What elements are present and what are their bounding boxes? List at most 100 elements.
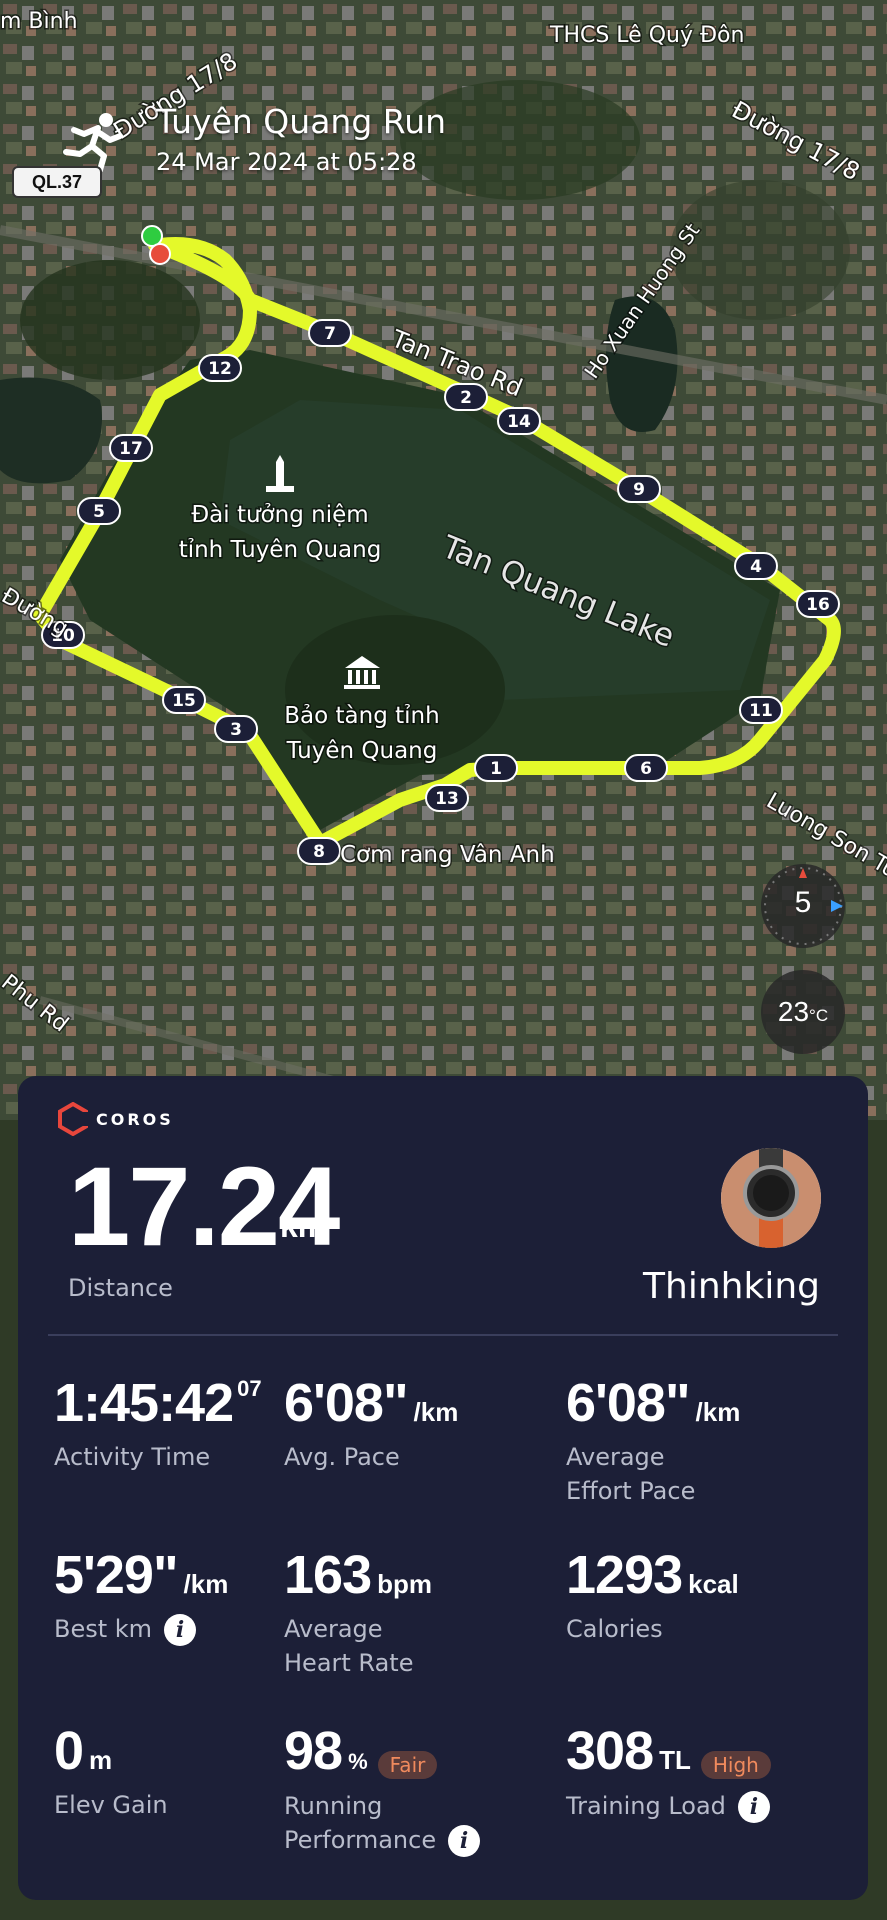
compass-value: 5 <box>794 886 812 919</box>
km-marker-7[interactable]: 7 <box>308 319 352 347</box>
svg-text:13: 13 <box>435 789 459 809</box>
svg-text:3: 3 <box>230 720 242 740</box>
training-load-label-row: Training Load i <box>566 1789 846 1823</box>
info-icon[interactable]: i <box>737 1790 770 1823</box>
info-icon[interactable]: i <box>164 1614 197 1646</box>
svg-text:4: 4 <box>750 557 762 577</box>
svg-text:5: 5 <box>93 502 105 522</box>
km-marker-6[interactable]: 6 <box>624 754 668 782</box>
running-performance-value: 98 <box>284 1721 343 1781</box>
best-km-unit: /km <box>183 1569 229 1599</box>
end-dot <box>149 243 171 265</box>
calories-label: Calories <box>566 1615 663 1643</box>
svg-text:7: 7 <box>324 324 336 344</box>
km-marker-4[interactable]: 4 <box>734 552 778 580</box>
metric-calories: 1293 kcal Calories <box>566 1548 806 1646</box>
activity-summary-card: COROS 17.24 km Distance Thinhking 1:45:4… <box>18 1076 868 1900</box>
svg-text:9: 9 <box>633 480 645 500</box>
metric-activity-time: 1:45:42 07 Activity Time <box>54 1376 294 1474</box>
effort-pace-label: Average Effort Pace <box>566 1440 806 1508</box>
km-marker-8[interactable]: 8 <box>297 837 341 865</box>
distance-unit: km <box>280 1208 327 1244</box>
km-marker-5[interactable]: 5 <box>77 497 121 525</box>
training-load-label: Training Load <box>566 1791 726 1820</box>
running-performance-badge: Fair <box>377 1750 438 1779</box>
running-person-icon <box>63 113 123 172</box>
elev-gain-value: 0 <box>54 1721 84 1781</box>
start-dot <box>141 225 163 247</box>
metric-heart-rate: 163 bpm Average Heart Rate <box>284 1548 524 1680</box>
road-badge: QL.37 <box>12 166 102 198</box>
heart-rate-label-line1: Average <box>284 1615 383 1643</box>
svg-text:1: 1 <box>490 759 502 779</box>
metric-effort-pace: 6'08"/km Average Effort Pace <box>566 1376 806 1508</box>
temperature-badge: 23°C <box>761 970 845 1054</box>
avg-pace-value: 6'08" <box>284 1373 409 1433</box>
heart-rate-label: Average Heart Rate <box>284 1612 524 1680</box>
svg-text:14: 14 <box>507 412 531 432</box>
heart-rate-label-line2: Heart Rate <box>284 1649 414 1677</box>
svg-text:17: 17 <box>119 439 143 459</box>
best-km-label: Best km <box>54 1615 153 1643</box>
route-map[interactable]: 1 2 3 4 5 6 7 8 9 10 11 12 13 14 15 16 1… <box>0 0 887 1120</box>
svg-text:16: 16 <box>806 595 830 615</box>
coros-logo: COROS <box>56 1102 174 1136</box>
effort-pace-label-line1: Average <box>566 1443 665 1471</box>
map-label: m Bình <box>0 9 78 34</box>
km-marker-12[interactable]: 12 <box>198 354 242 382</box>
temperature-unit: °C <box>809 1006 829 1025</box>
metric-best-km: 5'29"/km Best km i <box>54 1548 294 1646</box>
map-label: tỉnh Tuyên Quang <box>179 537 382 563</box>
map-label: Cơm rang Vân Anh <box>340 842 555 868</box>
temperature-value: 23 <box>777 996 810 1027</box>
map-label: Đài tưởng niệm <box>191 502 368 528</box>
heart-rate-value: 163 <box>284 1545 372 1605</box>
svg-text:8: 8 <box>313 842 325 862</box>
best-km-value: 5'29" <box>54 1545 179 1605</box>
svg-text:6: 6 <box>640 759 652 779</box>
distance-label: Distance <box>68 1274 173 1302</box>
info-icon[interactable]: i <box>448 1824 481 1857</box>
metric-training-load: 308 TL High Training Load i <box>566 1724 846 1823</box>
km-marker-15[interactable]: 15 <box>162 686 206 714</box>
metric-elev-gain: 0m Elev Gain <box>54 1724 294 1822</box>
activity-date: 24 Mar 2024 at 05:28 <box>156 148 417 176</box>
tree-area <box>20 260 200 380</box>
training-load-badge: High <box>700 1750 771 1779</box>
running-performance-label-line2: Performance <box>284 1825 437 1854</box>
map-label: THCS Lê Quý Đôn <box>549 23 744 48</box>
heart-rate-unit: bpm <box>377 1569 432 1599</box>
km-marker-17[interactable]: 17 <box>109 434 153 462</box>
svg-text:15: 15 <box>172 691 196 711</box>
compass-button[interactable]: 5 <box>761 864 845 948</box>
running-performance-unit: % <box>348 1749 368 1774</box>
map-label: Bảo tàng tỉnh <box>284 703 439 729</box>
map-label: Tuyên Quang <box>286 738 438 764</box>
avg-pace-unit: /km <box>413 1397 459 1427</box>
km-marker-9[interactable]: 9 <box>617 475 661 503</box>
activity-time-value: 1:45:42 <box>54 1373 234 1433</box>
activity-title: Tuyên Quang Run <box>156 102 447 141</box>
activity-time-label: Activity Time <box>54 1443 211 1471</box>
metric-avg-pace: 6'08"/km Avg. Pace <box>284 1376 524 1474</box>
running-performance-label: Running Performance i <box>284 1789 564 1857</box>
km-marker-3[interactable]: 3 <box>214 715 258 743</box>
avatar[interactable] <box>721 1148 821 1248</box>
svg-text:2: 2 <box>460 388 472 408</box>
running-performance-label-line1: Running <box>284 1791 383 1820</box>
elev-gain-label: Elev Gain <box>54 1791 168 1819</box>
svg-text:11: 11 <box>749 701 773 721</box>
km-marker-13[interactable]: 13 <box>425 784 469 812</box>
avg-pace-label: Avg. Pace <box>284 1443 400 1471</box>
metric-running-performance: 98% Fair Running Performance i <box>284 1724 564 1857</box>
training-load-value: 308 <box>566 1721 654 1781</box>
effort-pace-label-line2: Effort Pace <box>566 1477 696 1505</box>
effort-pace-unit: /km <box>695 1397 741 1427</box>
km-marker-14[interactable]: 14 <box>497 407 541 435</box>
km-marker-16[interactable]: 16 <box>796 590 840 618</box>
km-marker-1[interactable]: 1 <box>474 754 518 782</box>
coros-logo-icon <box>58 1102 90 1136</box>
km-marker-11[interactable]: 11 <box>739 696 783 724</box>
training-load-unit: TL <box>659 1745 691 1775</box>
effort-pace-value: 6'08" <box>566 1373 691 1433</box>
